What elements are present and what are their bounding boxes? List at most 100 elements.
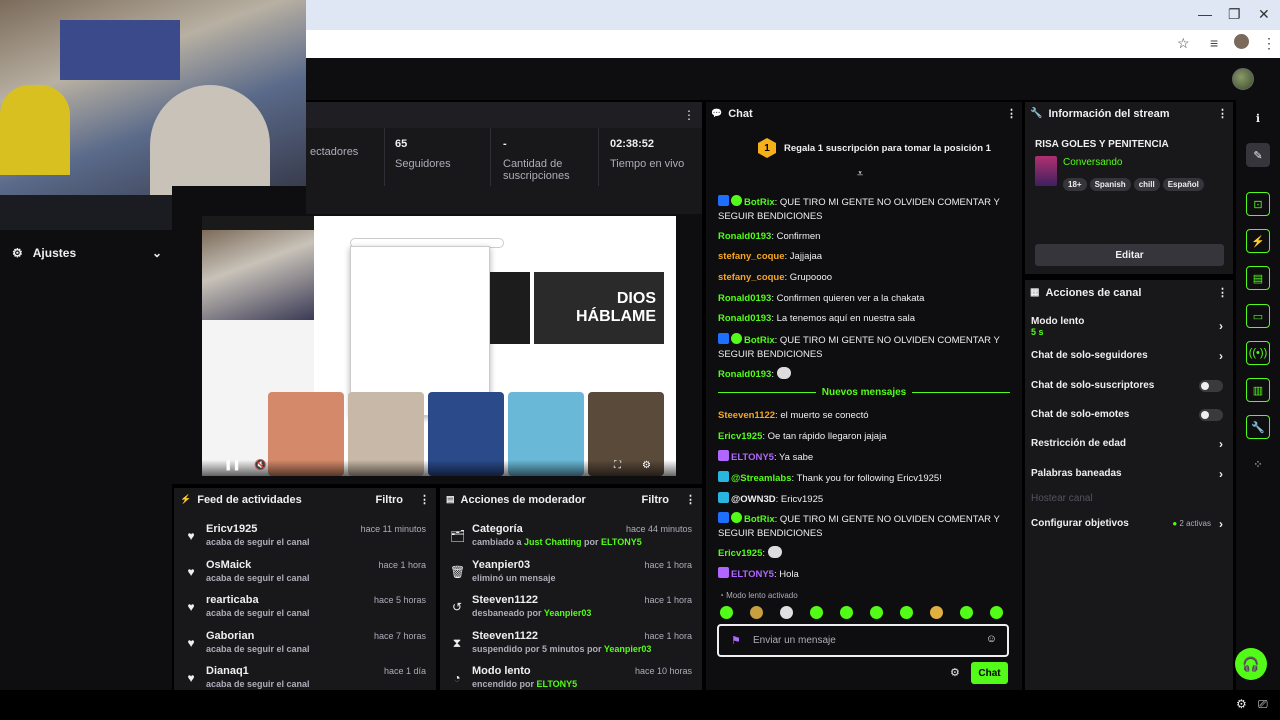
reading-list-icon[interactable]: ≡ [1210, 35, 1218, 51]
stream-tag[interactable]: 18+ [1063, 178, 1087, 191]
video-settings-icon[interactable]: ⚙ [642, 460, 651, 471]
mod-action-item[interactable]: 🗂 Categoría cambiado a Just Chatting por E… [440, 523, 702, 559]
chat-input[interactable]: ⚑ Enviar un mensaje ☺ [717, 624, 1009, 657]
chat-username[interactable]: stefany_coque [718, 251, 785, 262]
chat-message[interactable]: ELTONY5: Ya sabe [718, 450, 1008, 465]
emote-icon[interactable] [840, 606, 853, 619]
restore-icon[interactable]: ❐ [1228, 6, 1241, 23]
chat-icon[interactable]: ▭ [1246, 304, 1270, 328]
chat-message[interactable]: @OWN3D: Ericv1925 [718, 492, 1008, 507]
wrench-icon[interactable]: 🔧 [1246, 415, 1270, 439]
stream-info-menu-icon[interactable]: ⋮ [1217, 107, 1228, 120]
subs-only-toggle[interactable] [1199, 380, 1223, 392]
chat-message[interactable]: BotRix: QUE TIRO MI GENTE NO OLVIDEN COM… [718, 512, 1008, 541]
minimize-icon[interactable]: — [1198, 6, 1212, 22]
emotes-only-toggle[interactable] [1199, 409, 1223, 421]
emote-icon[interactable] [870, 606, 883, 619]
activity-item[interactable]: ♥ Gaborian acaba de seguir el canal hace 7 … [174, 630, 436, 666]
chat-message[interactable]: @Streamlabs: Thank you for following Eri… [718, 471, 1008, 486]
chat-username[interactable]: BotRix [744, 197, 775, 208]
add-widget-icon[interactable]: ⁘ [1246, 452, 1270, 476]
broadcast-icon[interactable]: ((•)) [1246, 341, 1270, 365]
activity-menu-icon[interactable]: ⋮ [419, 493, 430, 506]
goals-row[interactable]: Configurar objetivos ● 2 activas › [1031, 517, 1227, 531]
collapse-pinned-icon[interactable]: ⩡ [857, 168, 863, 181]
pencil-icon[interactable]: ✎ [1246, 143, 1270, 167]
emote-icon[interactable] [930, 606, 943, 619]
category-name[interactable]: Conversando [1063, 157, 1122, 168]
slow-mode-row[interactable]: Modo lento 5 s › [1031, 316, 1227, 338]
pinned-gift-banner[interactable]: 1 Regala 1 suscripción para tomar la pos… [758, 138, 1018, 158]
stream-tag[interactable]: chill [1133, 178, 1160, 191]
chat-settings-icon[interactable]: ⚙ [950, 666, 960, 679]
activity-filter-button[interactable]: Filtro [376, 494, 404, 506]
capture-icon[interactable]: ⊡ [1246, 192, 1270, 216]
activity-item[interactable]: ♥ rearticaba acaba de seguir el canal hace … [174, 594, 436, 630]
chat-username[interactable]: BotRix [744, 335, 775, 346]
chat-message[interactable]: Ronald0193: La tenemos aquí en nuestra s… [718, 312, 1008, 326]
emote-icon[interactable] [780, 606, 793, 619]
mute-icon[interactable]: 🔇 [254, 460, 266, 471]
age-restriction-row[interactable]: Restricción de edad › [1031, 437, 1227, 451]
chat-username[interactable]: @Streamlabs [731, 473, 791, 484]
browser-menu-icon[interactable]: ⋮ [1262, 35, 1276, 52]
followers-only-row[interactable]: Chat de solo-seguidores › [1031, 349, 1227, 363]
chat-message[interactable]: Ronald0193: Confirmen quieren ver a la c… [718, 292, 1008, 306]
mod-action-item[interactable]: ⧗ Steeven1122 suspendido por 5 minutos por… [440, 630, 702, 666]
mod-filter-button[interactable]: Filtro [642, 494, 670, 506]
chat-username[interactable]: Ericv1925 [718, 548, 762, 559]
chat-message[interactable]: Ronald0193: Confirmen [718, 230, 1008, 244]
chat-message[interactable]: Steeven1122: el muerto se conectó [718, 409, 1008, 423]
layout-icon[interactable]: ▥ [1246, 378, 1270, 402]
chat-send-button[interactable]: Chat [971, 662, 1008, 684]
chat-message[interactable]: Ericv1925: Oe tan rápido llegaron jajaja [718, 430, 1008, 444]
stream-tag[interactable]: Español [1162, 178, 1204, 191]
chat-message[interactable]: stefany_coque: Grupoooo [718, 271, 1008, 285]
chat-message[interactable]: BotRix: QUE TIRO MI GENTE NO OLVIDEN COM… [718, 333, 1008, 362]
fullscreen-icon[interactable]: ⛶ [614, 460, 621, 471]
chat-menu-icon[interactable]: ⋮ [1006, 107, 1017, 120]
stats-menu-icon[interactable]: ⋮ [683, 108, 695, 122]
page-icon[interactable]: ▤ [1246, 266, 1270, 290]
emote-icon[interactable] [990, 606, 1003, 619]
chat-message[interactable]: Ronald0193: [718, 367, 1008, 382]
chat-message[interactable]: stefany_coque: Jajjajaa [718, 250, 1008, 264]
settings-menu-item[interactable]: ⚙ Ajustes ⌄ [12, 245, 162, 261]
banned-words-row[interactable]: Palabras baneadas › [1031, 467, 1227, 481]
chat-username[interactable]: Ronald0193 [718, 231, 771, 242]
activity-item[interactable]: ♥ Ericv1925 acaba de seguir el canal hace 1… [174, 523, 436, 559]
browser-address-bar[interactable] [306, 30, 1280, 58]
chat-username[interactable]: BotRix [744, 514, 775, 525]
chat-username[interactable]: Ronald0193 [718, 369, 771, 380]
chat-username[interactable]: ELTONY5 [731, 569, 774, 580]
chat-message[interactable]: Ericv1925: [718, 546, 1008, 561]
emote-icon[interactable] [810, 606, 823, 619]
emote-icon[interactable] [720, 606, 733, 619]
bookmark-star-icon[interactable]: ☆ [1177, 35, 1190, 52]
chat-username[interactable]: Ronald0193 [718, 313, 771, 324]
stream-tag[interactable]: Spanish [1089, 178, 1131, 191]
emote-icon[interactable] [900, 606, 913, 619]
player-settings-icon[interactable]: ⚙ [1236, 697, 1247, 711]
stream-preview[interactable]: DIOS HÁBLAME ❚❚ 🔇 ⛶ ⚙ [202, 216, 676, 476]
profile-avatar[interactable] [1234, 34, 1249, 49]
cast-icon[interactable]: ⎚ [1258, 697, 1268, 712]
pause-icon[interactable]: ❚❚ [224, 460, 241, 471]
chat-username[interactable]: ELTONY5 [731, 452, 774, 463]
chat-username[interactable]: stefany_coque [718, 272, 785, 283]
close-icon[interactable]: ✕ [1258, 6, 1270, 23]
support-icon[interactable]: 🎧 [1235, 648, 1267, 680]
emote-icon[interactable] [960, 606, 973, 619]
chat-username[interactable]: Steeven1122 [718, 410, 775, 421]
chat-username[interactable]: Ericv1925 [718, 431, 762, 442]
edit-button[interactable]: Editar [1035, 244, 1224, 266]
chat-username[interactable]: @OWN3D [731, 494, 776, 505]
chat-message[interactable]: BotRix: QUE TIRO MI GENTE NO OLVIDEN COM… [718, 195, 1008, 224]
mod-action-item[interactable]: ↺ Steeven1122 desbaneado por Yeanpier03 hac… [440, 594, 702, 630]
mod-action-item[interactable]: 🗑 Yeanpier03 eliminó un mensaje hace 1 hora [440, 559, 702, 595]
lightning-icon[interactable]: ⚡ [1246, 229, 1270, 253]
chat-username[interactable]: Ronald0193 [718, 293, 771, 304]
channel-actions-menu-icon[interactable]: ⋮ [1217, 286, 1228, 299]
info-icon[interactable]: ℹ [1246, 106, 1270, 130]
emote-icon[interactable] [750, 606, 763, 619]
